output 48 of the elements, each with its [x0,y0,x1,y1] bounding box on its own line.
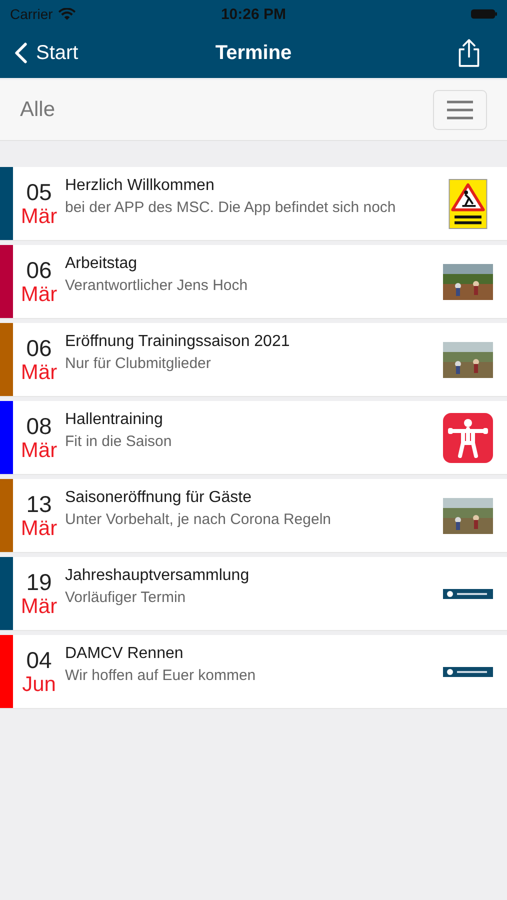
event-title: Hallentraining [65,411,164,429]
event-subtitle: bei der APP des MSC. Die App befindet sich noch [65,199,397,216]
event-subtitle: Wir hoffen auf Euer kommen [65,667,257,684]
event-month: Mär [20,360,58,384]
clock-time: 10:26 PM [220,6,286,22]
event-title: DAMCV Rennen [65,645,184,663]
event-title: Arbeitstag [65,255,138,273]
event-day: 08 [26,412,52,438]
event-day: 04 [26,646,52,672]
back-chevron-icon [14,42,28,64]
event-day: 05 [26,178,52,204]
event-row[interactable]: 13 Mär Saisoneröffnung für Gäste Unter Vorbehalt, je nach Corona Regeln [0,479,507,553]
fitness-figure-icon [443,412,493,462]
event-row[interactable]: 04 Jun DAMCV Rennen Wir hoffen auf Euer kommen [0,635,507,709]
event-subtitle: Nur für Clubmitglieder [65,355,212,372]
filter-label: Alle [20,98,56,122]
event-day: 06 [26,256,52,282]
wifi-icon [58,8,76,20]
event-title: Eröffnung Trainingssaison 2021 [65,333,291,351]
battery-icon [471,8,497,20]
event-subtitle: Unter Vorbehalt, je nach Corona Regeln [65,511,332,528]
event-month: Mär [20,516,58,540]
club-logo-icon [443,588,493,598]
event-day: 06 [26,334,52,360]
menu-button[interactable] [433,90,487,130]
menu-icon [446,100,474,120]
event-row[interactable]: 06 Mär Eröffnung Trainingssaison 2021 Nur für Clubmitglieder [0,323,507,397]
event-day: 19 [26,568,52,594]
event-month: Mär [20,204,58,228]
event-subtitle: Vorläufiger Termin [65,589,187,606]
event-month: Mär [20,438,58,462]
event-month: Mär [20,594,58,618]
event-title: Herzlich Willkommen [65,177,216,195]
event-subtitle: Verantwortlicher Jens Hoch [65,277,249,294]
club-logo-icon [443,666,493,676]
event-title: Jahreshauptversammlung [65,567,250,585]
construction-sign-icon [448,178,488,228]
share-icon[interactable] [457,38,481,68]
event-subtitle: Fit in die Saison [65,433,173,450]
carrier-label: Carrier [10,6,53,22]
screen-title: Termine [215,42,292,64]
event-row[interactable]: 06 Mär Arbeitstag Verantwortlicher Jens Hoch [0,245,507,319]
event-month: Mär [20,282,58,306]
event-title: Saisoneröffnung für Gäste [65,489,252,507]
back-button[interactable]: Start [14,42,78,64]
event-month: Jun [22,672,56,696]
event-row[interactable]: 05 Mär Herzlich Willkommen bei der APP des MSC. Die App befindet sich noch [0,167,507,241]
event-day: 13 [26,490,52,516]
